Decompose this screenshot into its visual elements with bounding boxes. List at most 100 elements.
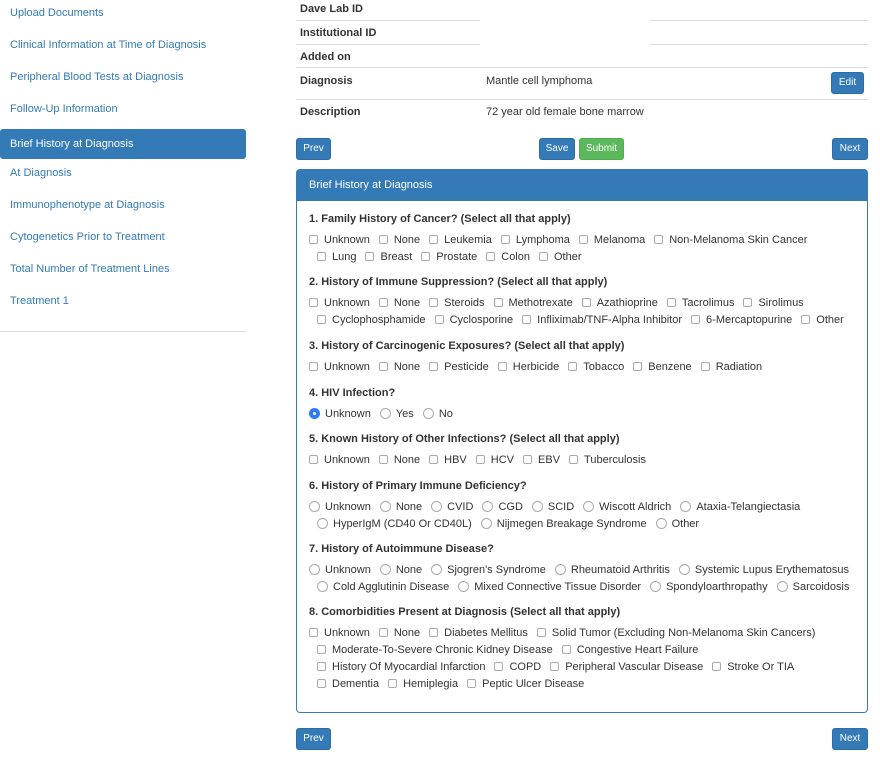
checkbox[interactable]: [378, 455, 388, 464]
checkbox[interactable]: [309, 298, 318, 307]
option-none[interactable]: None: [378, 625, 420, 642]
option-other[interactable]: Other: [539, 249, 582, 266]
option-hyperigm-cd40-or-cd40l[interactable]: HyperIgM (CD40 Or CD40L): [317, 516, 472, 533]
radio-button[interactable]: [422, 408, 434, 419]
radio-button[interactable]: [531, 501, 543, 512]
option-unknown[interactable]: Unknown: [309, 359, 370, 376]
option-colon[interactable]: Colon: [486, 249, 530, 266]
option-unknown[interactable]: Unknown: [309, 625, 370, 642]
sidebar-item-cytogenetics[interactable]: Cytogenetics Prior to Treatment: [0, 224, 246, 256]
checkbox[interactable]: [309, 455, 318, 464]
checkbox[interactable]: [429, 628, 439, 637]
checkbox[interactable]: [536, 628, 546, 637]
checkbox[interactable]: [568, 362, 578, 371]
option-scid[interactable]: SCID: [531, 499, 574, 516]
prev-button[interactable]: Prev: [296, 138, 331, 160]
option-mixed-connective-tissue-disorder[interactable]: Mixed Connective Tissue Disorder: [458, 579, 641, 596]
option-yes[interactable]: Yes: [379, 406, 414, 423]
option-none[interactable]: None: [379, 499, 422, 516]
option-steroids[interactable]: Steroids: [429, 295, 485, 312]
checkbox[interactable]: [421, 252, 431, 261]
radio-button[interactable]: [776, 581, 788, 592]
checkbox[interactable]: [467, 679, 477, 688]
sidebar-item-treatment-lines[interactable]: Total Number of Treatment Lines: [0, 256, 246, 288]
checkbox[interactable]: [743, 298, 753, 307]
checkbox[interactable]: [429, 298, 439, 307]
option-spondyloarthropathy[interactable]: Spondyloarthropathy: [650, 579, 768, 596]
option-congestive-heart-failure[interactable]: Congestive Heart Failure: [561, 642, 698, 659]
option-other[interactable]: Other: [655, 516, 699, 533]
checkbox[interactable]: [388, 679, 398, 688]
option-cgd[interactable]: CGD: [482, 499, 523, 516]
option-melanoma[interactable]: Melanoma: [578, 232, 645, 249]
option-benzene[interactable]: Benzene: [633, 359, 692, 376]
checkbox[interactable]: [429, 455, 439, 464]
sidebar-item-peripheral-blood-tests[interactable]: Peripheral Blood Tests at Diagnosis: [0, 64, 246, 96]
option-rheumatoid-arthritis[interactable]: Rheumatoid Arthritis: [554, 562, 670, 579]
checkbox[interactable]: [578, 235, 588, 244]
radio-button[interactable]: [680, 501, 692, 512]
option-none[interactable]: None: [378, 232, 420, 249]
option-prostate[interactable]: Prostate: [421, 249, 477, 266]
option-solid-tumor-excluding-non-melanoma-skin-cancers[interactable]: Solid Tumor (Excluding Non-Melanoma Skin…: [536, 625, 815, 642]
checkbox[interactable]: [434, 315, 444, 324]
option-peripheral-vascular-disease[interactable]: Peripheral Vascular Disease: [550, 659, 703, 676]
checkbox[interactable]: [475, 455, 485, 464]
option-cvid[interactable]: CVID: [431, 499, 473, 516]
option-unknown[interactable]: Unknown: [309, 452, 370, 469]
option-other[interactable]: Other: [801, 312, 844, 329]
radio-button[interactable]: [480, 518, 492, 529]
radio-button[interactable]: [655, 518, 667, 529]
checkbox[interactable]: [523, 455, 533, 464]
radio-button[interactable]: [379, 408, 391, 419]
option-unknown[interactable]: Unknown: [309, 295, 370, 312]
edit-button[interactable]: Edit: [831, 72, 864, 94]
radio-button[interactable]: [554, 564, 566, 575]
option-hcv[interactable]: HCV: [475, 452, 514, 469]
option-copd[interactable]: COPD: [494, 659, 541, 676]
submit-button[interactable]: Submit: [579, 138, 624, 160]
option-unknown[interactable]: Unknown: [309, 232, 370, 249]
option-pesticide[interactable]: Pesticide: [429, 359, 489, 376]
option-methotrexate[interactable]: Methotrexate: [493, 295, 573, 312]
next-button-bottom[interactable]: Next: [832, 728, 868, 750]
option-systemic-lupus-erythematosus[interactable]: Systemic Lupus Erythematosus: [678, 562, 849, 579]
option-history-of-myocardial-infarction[interactable]: History Of Myocardial Infarction: [317, 659, 485, 676]
checkbox[interactable]: [712, 662, 722, 671]
checkbox[interactable]: [309, 628, 318, 637]
sidebar-item-upload-documents[interactable]: Upload Documents: [0, 0, 246, 32]
checkbox[interactable]: [493, 298, 503, 307]
sidebar-item-follow-up[interactable]: Follow-Up Information: [0, 96, 246, 128]
option-none[interactable]: None: [379, 562, 422, 579]
option-moderate-to-severe-chronic-kidney-disease[interactable]: Moderate-To-Severe Chronic Kidney Diseas…: [317, 642, 553, 659]
checkbox[interactable]: [486, 252, 496, 261]
checkbox[interactable]: [429, 362, 439, 371]
option-ebv[interactable]: EBV: [523, 452, 560, 469]
sidebar-item-at-diagnosis[interactable]: At Diagnosis: [0, 160, 246, 192]
checkbox[interactable]: [317, 252, 326, 261]
option-tobacco[interactable]: Tobacco: [568, 359, 624, 376]
option-6-mercaptopurine[interactable]: 6-Mercaptopurine: [691, 312, 792, 329]
option-unknown[interactable]: Unknown: [309, 499, 371, 516]
checkbox[interactable]: [497, 362, 507, 371]
radio-button[interactable]: [309, 408, 320, 419]
sidebar-item-clinical-information[interactable]: Clinical Information at Time of Diagnosi…: [0, 32, 246, 64]
sidebar-item-brief-history[interactable]: Brief History at Diagnosis: [0, 129, 246, 159]
option-lung[interactable]: Lung: [317, 249, 356, 266]
radio-button[interactable]: [458, 581, 470, 592]
option-lymphoma[interactable]: Lymphoma: [500, 232, 570, 249]
option-tuberculosis[interactable]: Tuberculosis: [569, 452, 646, 469]
option-unknown[interactable]: Unknown: [309, 562, 371, 579]
checkbox[interactable]: [429, 235, 439, 244]
checkbox[interactable]: [317, 662, 326, 671]
radio-button[interactable]: [583, 501, 595, 512]
checkbox[interactable]: [378, 235, 388, 244]
checkbox[interactable]: [309, 235, 318, 244]
save-button[interactable]: Save: [539, 138, 575, 160]
sidebar-item-immunophenotype[interactable]: Immunophenotype at Diagnosis: [0, 192, 246, 224]
option-radiation[interactable]: Radiation: [700, 359, 762, 376]
option-hemiplegia[interactable]: Hemiplegia: [388, 676, 458, 693]
option-sjogren-s-syndrome[interactable]: Sjogren's Syndrome: [431, 562, 546, 579]
radio-button[interactable]: [678, 564, 690, 575]
option-non-melanoma-skin-cancer[interactable]: Non-Melanoma Skin Cancer: [654, 232, 807, 249]
